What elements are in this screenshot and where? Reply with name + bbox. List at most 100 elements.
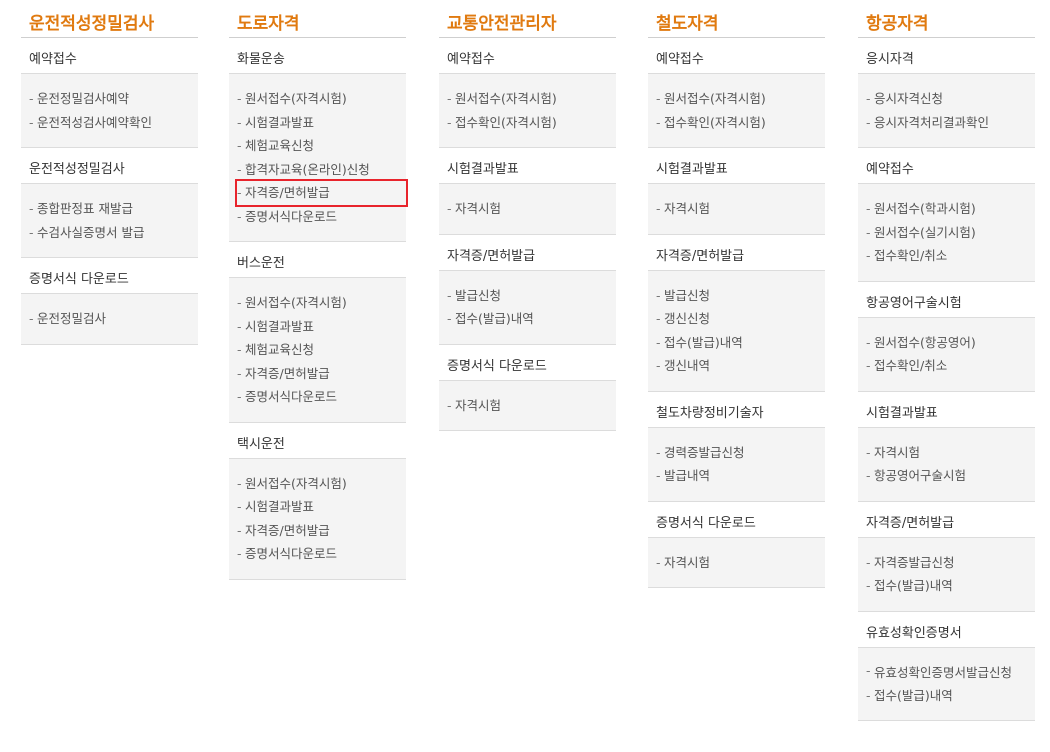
menu-link[interactable]: 자격시험 bbox=[656, 197, 825, 221]
column-road-license: 도로자격 화물운송 원서접수(자격시험) 시험결과발표 체험교육신청 합격자교육… bbox=[229, 0, 408, 580]
column-title[interactable]: 운전적성정밀검사 bbox=[21, 0, 198, 38]
section-heading[interactable]: 증명서식 다운로드 bbox=[648, 501, 825, 538]
menu-link[interactable]: 접수확인(자격시험) bbox=[656, 111, 825, 135]
section-list: 자격증발급신청 접수(발급)내역 bbox=[858, 537, 1035, 612]
menu-link[interactable]: 자격시험 bbox=[866, 441, 1035, 465]
menu-link[interactable]: 시험결과발표 bbox=[237, 111, 406, 135]
section-list: 자격시험 bbox=[439, 380, 616, 431]
column-title[interactable]: 교통안전관리자 bbox=[439, 0, 616, 38]
section-list: 발급신청 갱신신청 접수(발급)내역 갱신내역 bbox=[648, 270, 825, 392]
section-list: 발급신청 접수(발급)내역 bbox=[439, 270, 616, 345]
section-heading[interactable]: 항공영어구술시험 bbox=[858, 281, 1035, 318]
section-list: 운전정밀검사예약 운전적성검사예약확인 bbox=[21, 74, 198, 148]
section-heading[interactable]: 자격증/면허발급 bbox=[648, 234, 825, 271]
section-list: 자격시험 bbox=[439, 184, 616, 235]
section-list: 원서접수(자격시험) 접수확인(자격시험) bbox=[439, 74, 616, 148]
section-heading[interactable]: 버스운전 bbox=[229, 242, 406, 278]
menu-link[interactable]: 증명서식다운로드 bbox=[237, 205, 406, 229]
section-heading[interactable]: 자격증/면허발급 bbox=[858, 501, 1035, 538]
section-heading[interactable]: 증명서식 다운로드 bbox=[21, 258, 198, 294]
section-heading[interactable]: 예약접수 bbox=[21, 38, 198, 74]
menu-link[interactable]: 체험교육신청 bbox=[237, 338, 406, 362]
menu-link[interactable]: 자격증/면허발급 bbox=[237, 519, 406, 543]
menu-link[interactable]: 발급내역 bbox=[656, 464, 825, 488]
menu-link[interactable]: 응시자격신청 bbox=[866, 87, 1035, 111]
section-heading[interactable]: 자격증/면허발급 bbox=[439, 234, 616, 271]
menu-link[interactable]: 증명서식다운로드 bbox=[237, 385, 406, 409]
section-heading[interactable]: 응시자격 bbox=[858, 38, 1035, 74]
menu-link[interactable]: 접수(발급)내역 bbox=[447, 307, 616, 331]
menu-link[interactable]: 원서접수(학과시험) bbox=[866, 197, 1035, 221]
section-heading[interactable]: 예약접수 bbox=[858, 148, 1035, 184]
menu-link[interactable]: 자격시험 bbox=[447, 197, 616, 221]
section-list: 유효성확인증명서발급신청 접수(발급)내역 bbox=[858, 647, 1035, 721]
menu-link[interactable]: 원서접수(자격시험) bbox=[237, 291, 406, 315]
menu-link[interactable]: 유효성확인증명서발급신청 bbox=[866, 661, 1035, 684]
menu-link[interactable]: 항공영어구술시험 bbox=[866, 464, 1035, 488]
section-heading[interactable]: 유효성확인증명서 bbox=[858, 611, 1035, 648]
menu-link[interactable]: 운전정밀검사 bbox=[29, 307, 198, 331]
menu-link-highlighted[interactable]: 자격증/면허발급 bbox=[235, 179, 408, 207]
column-driver-aptitude: 운전적성정밀검사 예약접수 운전정밀검사예약 운전적성검사예약확인 운전적성정밀… bbox=[21, 0, 198, 345]
menu-link[interactable]: 접수(발급)내역 bbox=[656, 331, 825, 355]
menu-link[interactable]: 접수(발급)내역 bbox=[866, 684, 1035, 708]
menu-link[interactable]: 자격증발급신청 bbox=[866, 551, 1035, 575]
section-list: 원서접수(자격시험) 시험결과발표 체험교육신청 자격증/면허발급 증명서식다운… bbox=[229, 278, 406, 423]
menu-link[interactable]: 접수확인/취소 bbox=[866, 244, 1035, 268]
menu-link[interactable]: 자격증/면허발급 bbox=[237, 362, 406, 386]
menu-link[interactable]: 수검사실증명서 발급 bbox=[29, 221, 198, 245]
menu-link[interactable]: 접수(발급)내역 bbox=[866, 574, 1035, 598]
section-list: 원서접수(자격시험) 시험결과발표 체험교육신청 합격자교육(온라인)신청 자격… bbox=[229, 74, 408, 242]
section-list: 운전정밀검사 bbox=[21, 294, 198, 345]
menu-link[interactable]: 발급신청 bbox=[656, 284, 825, 308]
menu-link[interactable]: 접수확인(자격시험) bbox=[447, 111, 616, 135]
column-title[interactable]: 철도자격 bbox=[648, 0, 825, 38]
section-list: 원서접수(자격시험) 시험결과발표 자격증/면허발급 증명서식다운로드 bbox=[229, 458, 406, 580]
menu-link[interactable]: 원서접수(자격시험) bbox=[447, 87, 616, 111]
section-list: 자격시험 항공영어구술시험 bbox=[858, 427, 1035, 502]
section-heading[interactable]: 예약접수 bbox=[439, 38, 616, 74]
section-heading[interactable]: 예약접수 bbox=[648, 38, 825, 74]
menu-link[interactable]: 자격시험 bbox=[656, 551, 825, 575]
section-list: 자격시험 bbox=[648, 537, 825, 588]
column-title[interactable]: 도로자격 bbox=[229, 0, 406, 38]
section-heading[interactable]: 시험결과발표 bbox=[858, 391, 1035, 428]
menu-link[interactable]: 원서접수(실기시험) bbox=[866, 221, 1035, 245]
menu-link[interactable]: 원서접수(자격시험) bbox=[237, 87, 406, 111]
menu-link[interactable]: 합격자교육(온라인)신청 bbox=[237, 158, 406, 182]
menu-link[interactable]: 운전정밀검사예약 bbox=[29, 87, 198, 111]
column-traffic-safety-manager: 교통안전관리자 예약접수 원서접수(자격시험) 접수확인(자격시험) 시험결과발… bbox=[439, 0, 616, 431]
column-railway-license: 철도자격 예약접수 원서접수(자격시험) 접수확인(자격시험) 시험결과발표 자… bbox=[648, 0, 825, 588]
section-heading[interactable]: 화물운송 bbox=[229, 38, 406, 74]
menu-link[interactable]: 증명서식다운로드 bbox=[237, 542, 406, 566]
section-list: 종합판정표 재발급 수검사실증명서 발급 bbox=[21, 184, 198, 258]
section-heading[interactable]: 택시운전 bbox=[229, 422, 406, 459]
menu-link[interactable]: 발급신청 bbox=[447, 284, 616, 308]
menu-link[interactable]: 시험결과발표 bbox=[237, 315, 406, 339]
menu-link[interactable]: 갱신신청 bbox=[656, 307, 825, 331]
menu-link[interactable]: 갱신내역 bbox=[656, 354, 825, 378]
menu-link[interactable]: 종합판정표 재발급 bbox=[29, 197, 198, 221]
section-list: 경력증발급신청 발급내역 bbox=[648, 427, 825, 502]
section-list: 원서접수(항공영어) 접수확인/취소 bbox=[858, 317, 1035, 392]
menu-link[interactable]: 체험교육신청 bbox=[237, 134, 406, 158]
section-heading[interactable]: 증명서식 다운로드 bbox=[439, 344, 616, 381]
menu-link[interactable]: 응시자격처리결과확인 bbox=[866, 111, 1035, 135]
column-aviation-license: 항공자격 응시자격 응시자격신청 응시자격처리결과확인 예약접수 원서접수(학과… bbox=[858, 0, 1035, 721]
section-heading[interactable]: 시험결과발표 bbox=[439, 148, 616, 184]
menu-link[interactable]: 접수확인/취소 bbox=[866, 354, 1035, 378]
menu-link[interactable]: 운전적성검사예약확인 bbox=[29, 111, 198, 135]
menu-link[interactable]: 원서접수(자격시험) bbox=[237, 472, 406, 496]
section-list: 자격시험 bbox=[648, 184, 825, 235]
section-heading[interactable]: 운전적성정밀검사 bbox=[21, 148, 198, 184]
menu-link[interactable]: 원서접수(항공영어) bbox=[866, 331, 1035, 355]
section-heading[interactable]: 철도차량정비기술자 bbox=[648, 391, 825, 428]
section-list: 응시자격신청 응시자격처리결과확인 bbox=[858, 74, 1035, 148]
menu-link[interactable]: 경력증발급신청 bbox=[656, 441, 825, 465]
section-list: 원서접수(학과시험) 원서접수(실기시험) 접수확인/취소 bbox=[858, 184, 1035, 282]
menu-link[interactable]: 자격시험 bbox=[447, 394, 616, 418]
column-title[interactable]: 항공자격 bbox=[858, 0, 1035, 38]
section-heading[interactable]: 시험결과발표 bbox=[648, 148, 825, 184]
menu-link[interactable]: 시험결과발표 bbox=[237, 495, 406, 519]
menu-link[interactable]: 원서접수(자격시험) bbox=[656, 87, 825, 111]
